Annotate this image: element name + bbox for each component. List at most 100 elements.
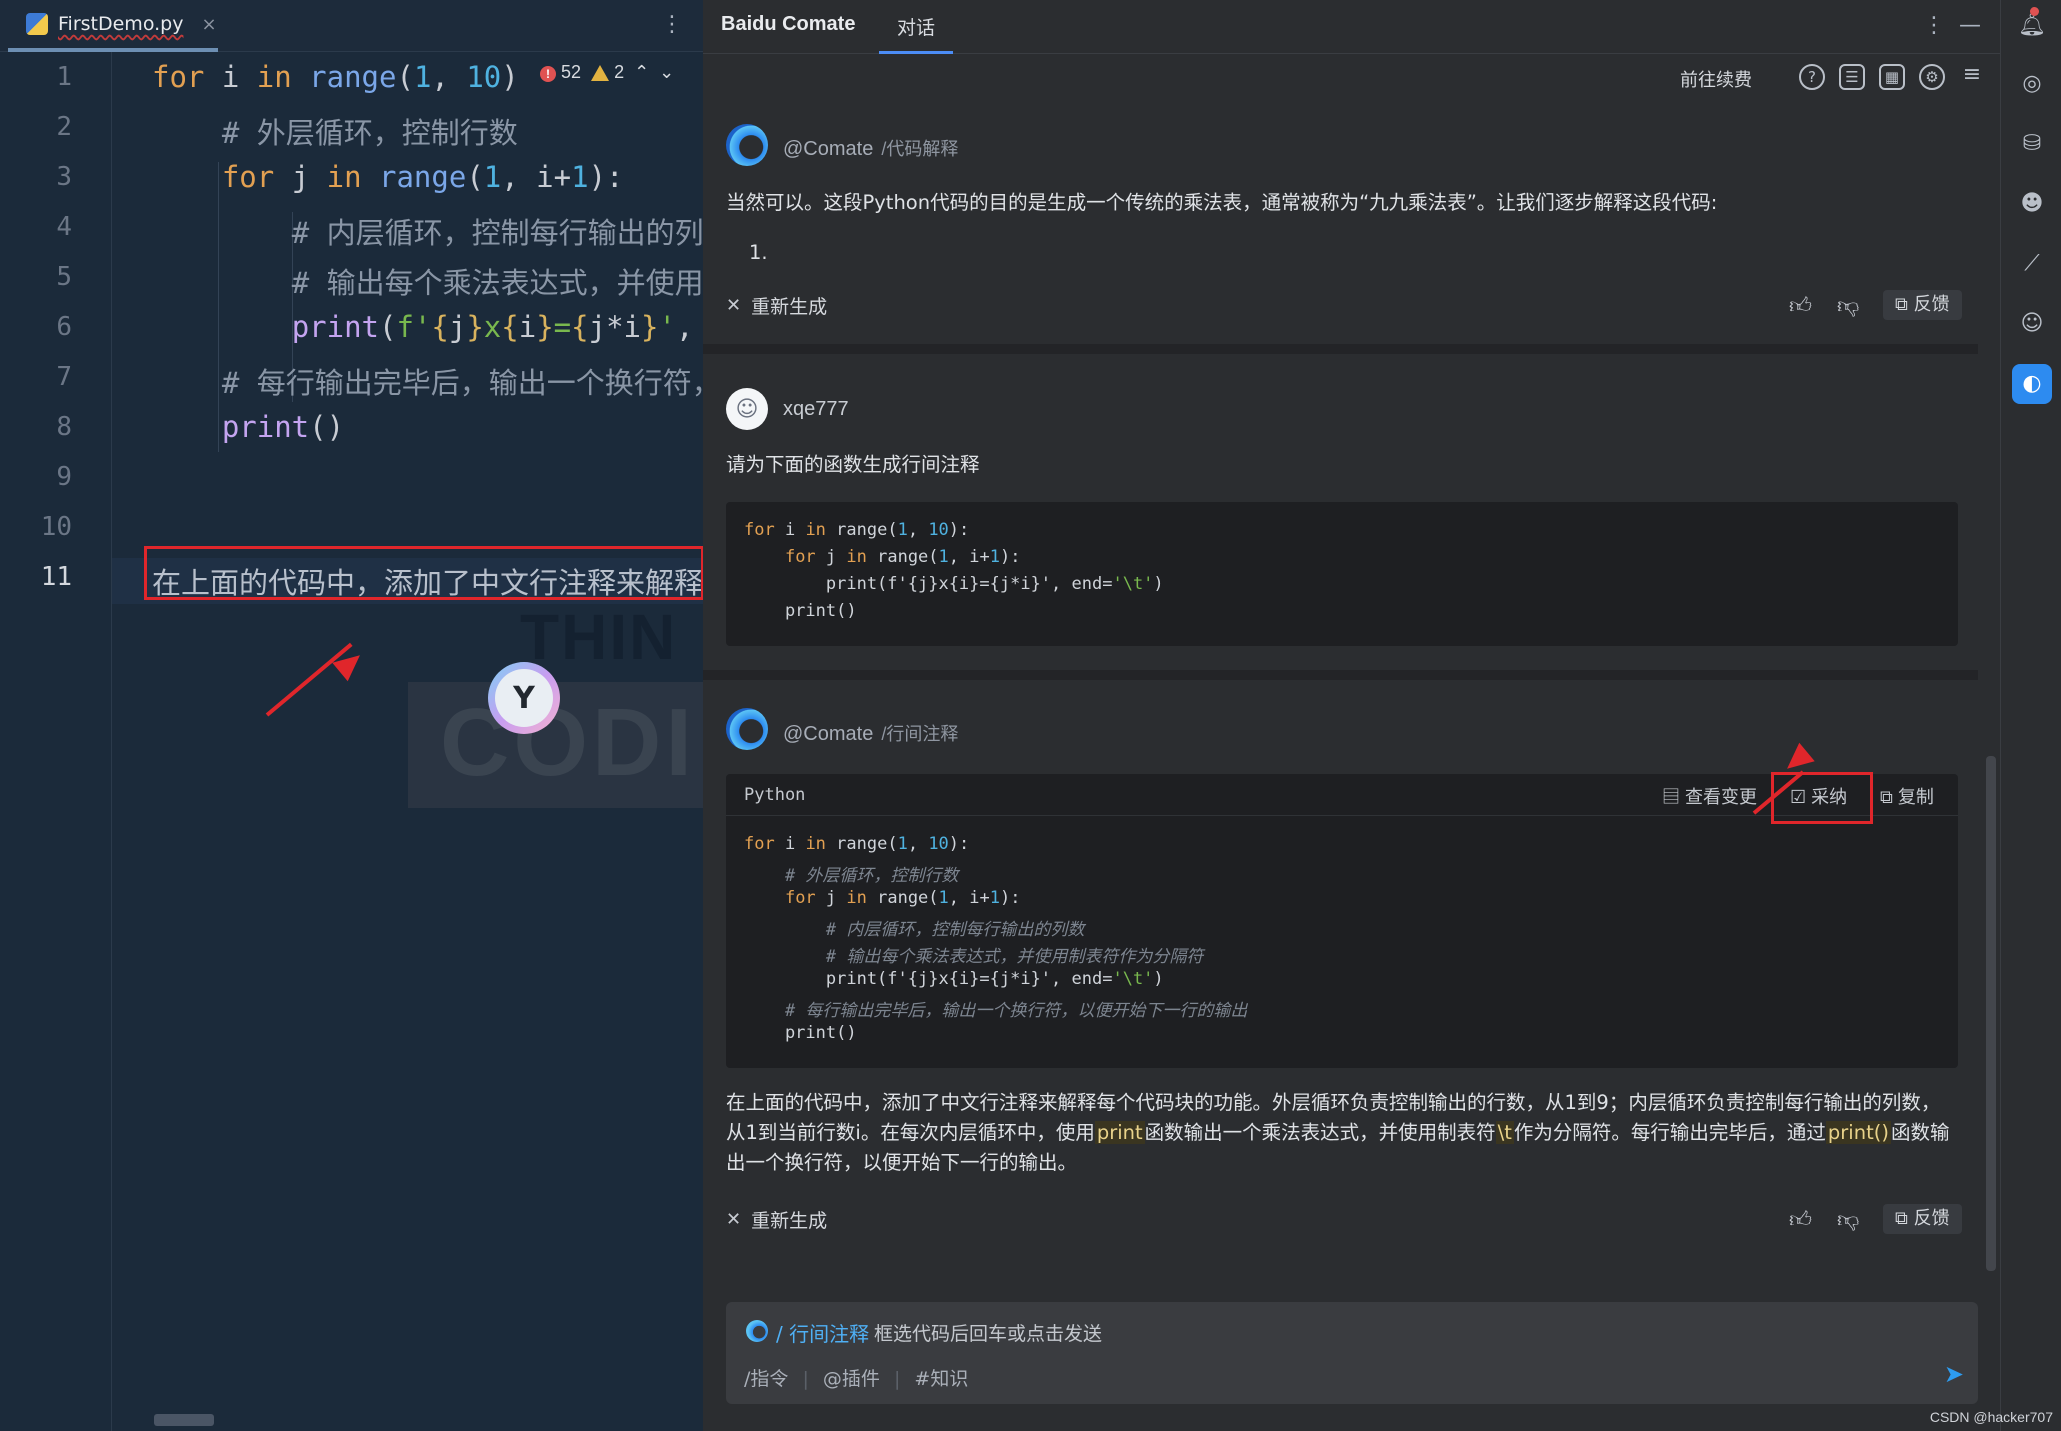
feedback-button[interactable]: ⧉ 反馈: [1883, 1204, 1962, 1234]
copy-icon: ⧉: [1895, 294, 1914, 315]
message-comate-explain: @Comate/代码解释 当然可以。这段Python代码的目的是生成一个传统的乘…: [703, 102, 1978, 354]
panel-header: Baidu Comate 对话 ⋮ —: [703, 0, 2000, 54]
code-line[interactable]: # 输出每个乘法表达式，并使用制表符作为分隔符: [152, 260, 703, 302]
copilot-icon[interactable]: ☻: [2012, 184, 2052, 224]
gear-icon[interactable]: ⚙: [1919, 64, 1945, 90]
watermark-credit: CSDN @hacker707: [1929, 1409, 2053, 1425]
analytics-icon[interactable]: ⟋: [2012, 244, 2052, 284]
robot-icon[interactable]: ☺: [2012, 304, 2052, 344]
message-text: 请为下面的函数生成行间注释: [726, 453, 980, 476]
user-code-block[interactable]: for i in range(1, 10): for j in range(1,…: [726, 502, 1958, 646]
notification-badge: [2030, 7, 2039, 16]
minimize-icon[interactable]: —: [1959, 13, 1981, 38]
message-command: /行间注释: [881, 724, 959, 744]
comate-icon[interactable]: ◐: [2012, 364, 2052, 404]
thumbs-up-icon[interactable]: 👍︎: [1789, 292, 1812, 319]
more-icon[interactable]: ⋮: [661, 12, 683, 37]
code-line[interactable]: # 外层循环，控制行数: [152, 110, 518, 152]
watermark-bottom-text: CODI: [440, 689, 696, 796]
editor-tab-bar: FirstDemo.py × ⋮: [0, 0, 703, 52]
message-text: 当然可以。这段Python代码的目的是生成一个传统的乘法表，通常被称为“九九乘法…: [726, 191, 1718, 214]
code-line[interactable]: print(): [152, 410, 344, 444]
chat-history-icon[interactable]: ☰: [1839, 64, 1865, 90]
plugins-icon[interactable]: ▦: [1879, 64, 1905, 90]
input-command-chip[interactable]: / 行间注释: [776, 1318, 869, 1347]
vertical-scrollbar[interactable]: [1986, 756, 1996, 1271]
renew-link[interactable]: 前往续费: [1680, 66, 1752, 92]
error-count: ! 52: [540, 62, 581, 83]
ai-assistant-icon[interactable]: ◎: [2012, 64, 2052, 104]
separator: |: [893, 1368, 901, 1390]
warning-count: 2: [591, 62, 624, 83]
command-button[interactable]: /指令: [744, 1368, 788, 1390]
horizontal-scrollbar[interactable]: [154, 1414, 214, 1426]
watermark-logo-icon: Y: [488, 662, 560, 734]
regenerate-button[interactable]: ✕ 重新生成: [726, 292, 827, 319]
panel-toolbar: 前往续费 ? ☰ ▦ ⚙ ≡: [703, 54, 2000, 102]
view-changes-button[interactable]: ▤ 查看变更: [1662, 783, 1757, 809]
list-item: 1.: [749, 241, 768, 264]
plugin-button[interactable]: @插件: [823, 1368, 880, 1390]
line-number: 10: [40, 512, 72, 542]
code-line[interactable]: print(f'{j}x{i}={j*i}', end='\t'): [152, 310, 703, 344]
comate-avatar: [726, 124, 768, 166]
message-user: ☺ xqe777 请为下面的函数生成行间注释 for i in range(1,…: [703, 354, 1978, 680]
line-number: 11: [40, 562, 72, 592]
explanation-text: 在上面的代码中，添加了中文行注释来解释每个代码块的功能。外层循环负责控制输出的行…: [726, 1091, 1950, 1174]
inspection-widget[interactable]: ! 52 2 ⌃ ⌄: [540, 62, 674, 83]
inline-code: \t: [1495, 1121, 1514, 1144]
input-placeholder: 框选代码后回车或点击发送: [874, 1323, 1103, 1345]
diff-icon: ▤: [1662, 787, 1686, 807]
message-sender: xqe777: [783, 398, 849, 420]
python-file-icon: [26, 13, 48, 35]
message-sender: @Comate/代码解释: [783, 138, 959, 160]
comate-avatar: [726, 708, 768, 750]
line-number: 5: [56, 262, 72, 292]
comate-logo-icon: [746, 1320, 768, 1342]
error-icon: !: [540, 66, 556, 82]
close-icon[interactable]: ×: [201, 14, 216, 35]
chat-input[interactable]: / 行间注释 框选代码后回车或点击发送 /指令 | @插件 | #知识 ➤: [726, 1302, 1978, 1404]
comate-panel: Baidu Comate 对话 ⋮ — 前往续费 ? ☰ ▦ ⚙ ≡ @Coma…: [703, 0, 2000, 1431]
chevron-up-icon[interactable]: ⌃: [634, 62, 649, 83]
separator: |: [802, 1368, 809, 1390]
thumbs-up-icon[interactable]: 👍︎: [1789, 1206, 1812, 1233]
tool-window-strip: 🔔︎ ◎ ⛁ ☻ ⟋ ☺ ◐: [2000, 0, 2061, 1431]
menu-icon[interactable]: ≡: [1959, 64, 1985, 90]
copy-icon: ⧉: [1895, 1208, 1914, 1229]
code-editor: FirstDemo.py × ⋮ 1 2 3 4 5 6 7 8 9 10 11: [0, 0, 703, 1431]
regenerate-button[interactable]: ✕ 重新生成: [726, 1206, 827, 1233]
code-line[interactable]: for j in range(1, i+1):: [152, 160, 624, 194]
hammer-icon: ✕: [726, 295, 742, 316]
copy-button[interactable]: ⧉ 复制: [1880, 783, 1934, 809]
database-icon[interactable]: ⛁: [2012, 124, 2052, 164]
line-number: 1: [56, 62, 72, 92]
line-number: 4: [56, 212, 72, 242]
panel-title: Baidu Comate: [721, 13, 856, 35]
warning-icon: [591, 65, 610, 82]
copy-icon: ⧉: [1880, 787, 1898, 807]
watermark-top-text: THIN: [520, 601, 678, 673]
line-number: 3: [56, 162, 72, 192]
code-line[interactable]: # 每行输出完毕后，输出一个换行符，以便开始下一行的输出: [152, 360, 703, 402]
annotation-box-line11: [144, 546, 703, 600]
send-icon[interactable]: ➤: [1944, 1360, 1964, 1388]
message-sender: @Comate/行间注释: [783, 723, 959, 745]
line-number: 2: [56, 112, 72, 142]
thumbs-down-icon[interactable]: 👎︎: [1837, 292, 1859, 319]
message-command: /代码解释: [881, 139, 959, 159]
knowledge-button[interactable]: #知识: [914, 1368, 968, 1390]
feedback-button[interactable]: ⧉ 反馈: [1883, 290, 1962, 320]
code-line[interactable]: for i in range(1, 10): [152, 60, 519, 94]
more-icon[interactable]: ⋮: [1923, 13, 1945, 38]
help-icon[interactable]: ?: [1799, 64, 1825, 90]
file-tab-firstdemo[interactable]: FirstDemo.py ×: [8, 0, 218, 52]
inline-code: print: [1094, 1121, 1145, 1144]
line-number: 8: [56, 412, 72, 442]
line-number: 6: [56, 312, 72, 342]
thumbs-down-icon[interactable]: 👎︎: [1837, 1206, 1859, 1233]
code-line[interactable]: # 内层循环，控制每行输出的列数: [152, 210, 703, 252]
tab-chat[interactable]: 对话: [879, 0, 953, 54]
chevron-down-icon[interactable]: ⌄: [659, 62, 674, 83]
line-number-gutter: 1 2 3 4 5 6 7 8 9 10 11: [0, 52, 112, 1431]
